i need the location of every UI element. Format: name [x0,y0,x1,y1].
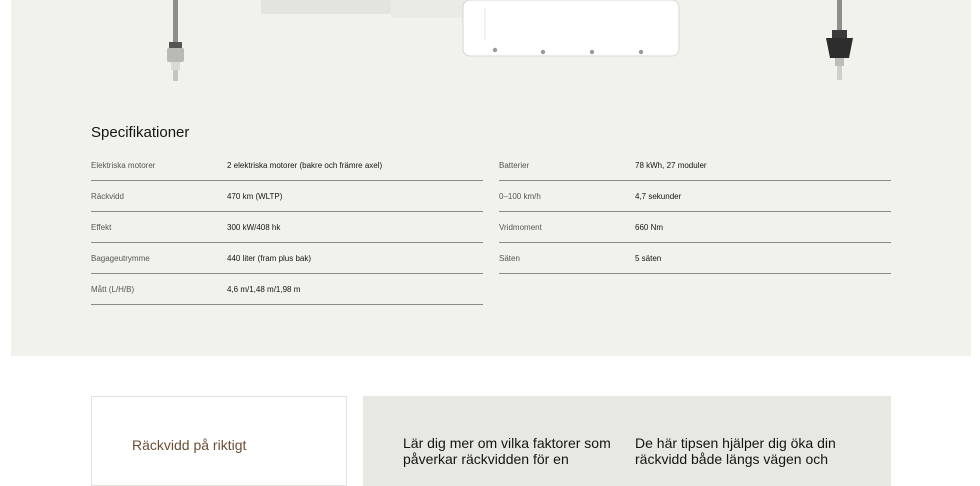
car-chassis-image [167,0,853,81]
range-card-title: Räckvidd på riktigt [132,437,247,453]
spec-value: 470 km (WLTP) [227,192,283,201]
spec-row: Bagageutrymme 440 liter (fram plus bak) [91,243,483,274]
specifications-panel: Specifikationer Elektriska motorer 2 ele… [11,0,971,356]
specifications-title: Specifikationer [91,124,190,141]
spec-row: Effekt 300 kW/408 hk [91,212,483,243]
spec-value: 78 kWh, 27 moduler [635,161,707,170]
spec-row: Vridmoment 660 Nm [499,212,891,243]
spec-row: Batterier 78 kWh, 27 moduler [499,150,891,181]
spec-label: Bagageutrymme [91,254,150,263]
specs-left-column: Elektriska motorer 2 elektriska motorer … [91,150,483,305]
spec-label: 0–100 km/h [499,192,541,201]
range-tips-text: De här tipsen hjälper dig öka din räckvi… [635,435,836,467]
spec-row: 0–100 km/h 4,7 sekunder [499,181,891,212]
spec-row: Säten 5 säten [499,243,891,274]
spec-value: 300 kW/408 hk [227,223,281,232]
spec-label: Effekt [91,223,112,232]
spec-value: 5 säten [635,254,662,263]
spec-row: Mått (L/H/B) 4,6 m/1,48 m/1,98 m [91,274,483,305]
spec-value: 4,7 sekunder [635,192,682,201]
spec-value: 2 elektriska motorer (bakre och främre a… [227,161,383,170]
spec-label: Säten [499,254,520,263]
spec-value: 440 liter (fram plus bak) [227,254,312,263]
spec-value: 4,6 m/1,48 m/1,98 m [227,285,301,294]
spec-label: Elektriska motorer [91,161,156,170]
range-card[interactable]: Räckvidd på riktigt [91,396,347,486]
spec-label: Räckvidd [91,192,124,201]
spec-label: Vridmoment [499,223,542,232]
spec-row: Räckvidd 470 km (WLTP) [91,181,483,212]
spec-value: 660 Nm [635,223,664,232]
range-info-card: Lär dig mer om vilka faktorer som påverk… [363,396,891,486]
specs-right-column: Batterier 78 kWh, 27 moduler 0–100 km/h … [499,150,891,274]
spec-row: Elektriska motorer 2 elektriska motorer … [91,150,483,181]
spec-label: Batterier [499,161,530,170]
spec-label: Mått (L/H/B) [91,285,135,294]
range-factors-text: Lär dig mer om vilka faktorer som påverk… [403,435,611,467]
